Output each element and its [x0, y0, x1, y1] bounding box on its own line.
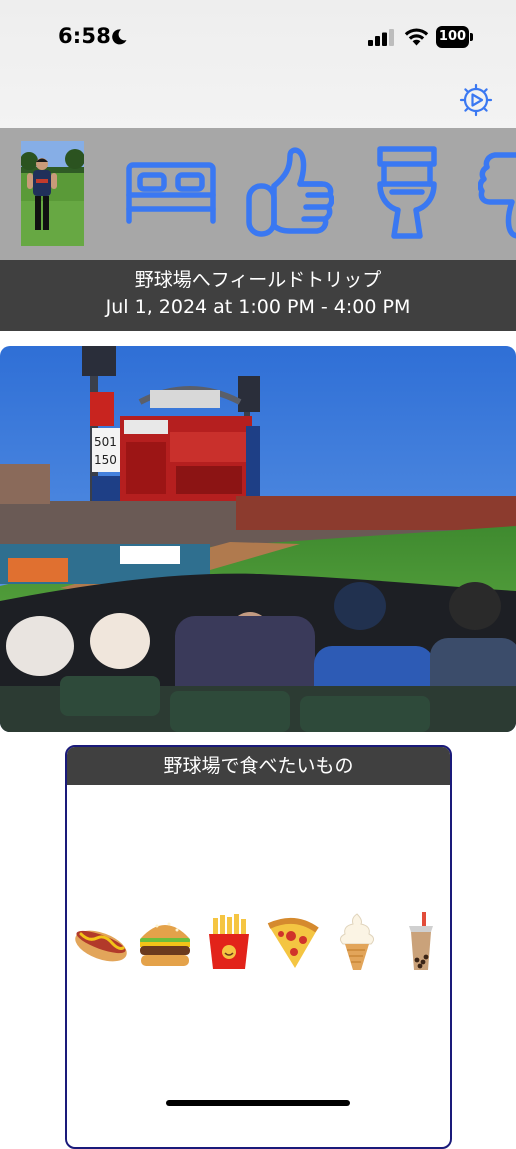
toilet-icon[interactable]	[376, 144, 438, 242]
event-title: 野球場へフィールドトリップ	[134, 269, 382, 291]
food-card-title: 野球場で食べたいもの	[67, 747, 450, 785]
bed-icon[interactable]	[124, 161, 218, 225]
activity-icon-strip	[0, 128, 516, 260]
event-time-range: Jul 1, 2024 at 1:00 PM - 4:00 PM	[105, 296, 411, 318]
svg-text:150: 150	[94, 453, 117, 467]
moon-icon	[112, 29, 127, 45]
event-header: 野球場へフィールドトリップ Jul 1, 2024 at 1:00 PM - 4…	[0, 260, 516, 331]
cellular-signal-icon	[368, 29, 394, 46]
wifi-icon	[404, 28, 429, 46]
stadium-photo[interactable]: 501 150	[0, 346, 516, 732]
top-bar: 6:58 100	[0, 0, 516, 128]
hamburger-icon[interactable]	[135, 912, 195, 972]
pizza-icon[interactable]	[263, 912, 323, 972]
soft-serve-icon[interactable]	[327, 912, 387, 972]
battery-icon: 100	[436, 26, 474, 48]
home-indicator[interactable]	[166, 1100, 350, 1106]
hot-dog-icon[interactable]	[71, 912, 131, 972]
battery-level: 100	[436, 26, 469, 48]
status-time: 6:58	[58, 24, 112, 48]
thumbs-up-icon[interactable]	[244, 146, 334, 240]
gear-icon[interactable]	[459, 83, 493, 117]
food-options-row	[67, 912, 450, 972]
svg-text:501: 501	[94, 435, 117, 449]
thumbs-down-icon[interactable]	[478, 146, 516, 240]
bubble-tea-icon[interactable]	[391, 912, 451, 972]
food-wishlist-card: 野球場で食べたいもの	[65, 745, 452, 1149]
french-fries-icon[interactable]	[199, 912, 259, 972]
profile-photo[interactable]	[21, 141, 84, 246]
